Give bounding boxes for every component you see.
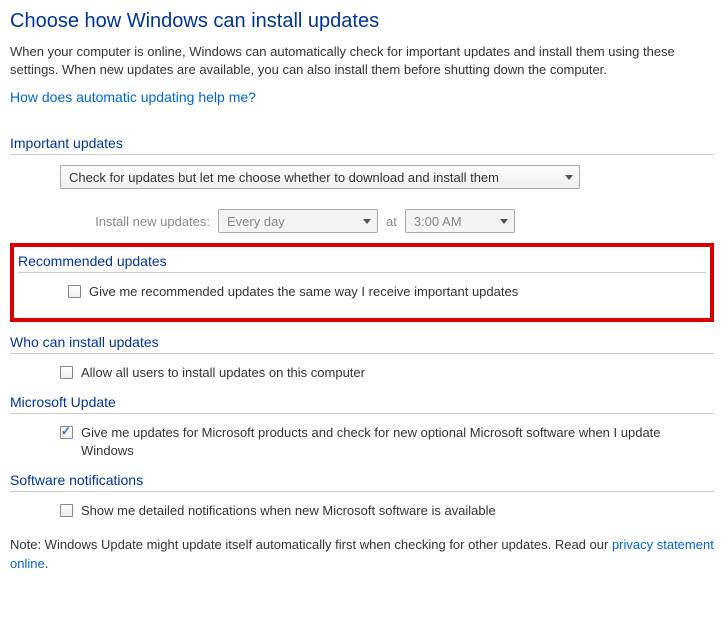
software-notifications-checkbox[interactable] (60, 504, 73, 517)
schedule-label: Install new updates: (60, 214, 210, 229)
day-value: Every day (227, 214, 285, 229)
at-label: at (386, 214, 397, 229)
help-link[interactable]: How does automatic updating help me? (10, 89, 714, 105)
update-mode-value: Check for updates but let me choose whet… (69, 170, 499, 185)
chevron-down-icon (363, 219, 371, 224)
footer-note: Note: Windows Update might update itself… (10, 536, 714, 572)
section-header-ms-update: Microsoft Update (10, 394, 714, 414)
note-prefix: Note: Windows Update might update itself… (10, 537, 612, 552)
day-dropdown[interactable]: Every day (218, 209, 378, 233)
recommended-highlight-box: Recommended updates Give me recommended … (10, 243, 714, 321)
allow-all-users-checkbox[interactable] (60, 366, 73, 379)
page-description: When your computer is online, Windows ca… (10, 43, 714, 79)
chevron-down-icon (500, 219, 508, 224)
note-suffix: . (45, 556, 49, 571)
chevron-down-icon (565, 175, 573, 180)
microsoft-update-checkbox[interactable] (60, 426, 73, 439)
update-mode-dropdown[interactable]: Check for updates but let me choose whet… (60, 165, 580, 189)
recommended-updates-label: Give me recommended updates the same way… (89, 283, 706, 301)
section-header-recommended: Recommended updates (18, 253, 706, 273)
section-header-important: Important updates (10, 135, 714, 155)
section-header-notifications: Software notifications (10, 472, 714, 492)
software-notifications-label: Show me detailed notifications when new … (81, 502, 714, 520)
time-value: 3:00 AM (414, 214, 462, 229)
microsoft-update-label: Give me updates for Microsoft products a… (81, 424, 714, 460)
allow-all-users-label: Allow all users to install updates on th… (81, 364, 714, 382)
page-title: Choose how Windows can install updates (10, 10, 714, 33)
time-dropdown[interactable]: 3:00 AM (405, 209, 515, 233)
section-header-who: Who can install updates (10, 334, 714, 354)
recommended-updates-checkbox[interactable] (68, 285, 81, 298)
